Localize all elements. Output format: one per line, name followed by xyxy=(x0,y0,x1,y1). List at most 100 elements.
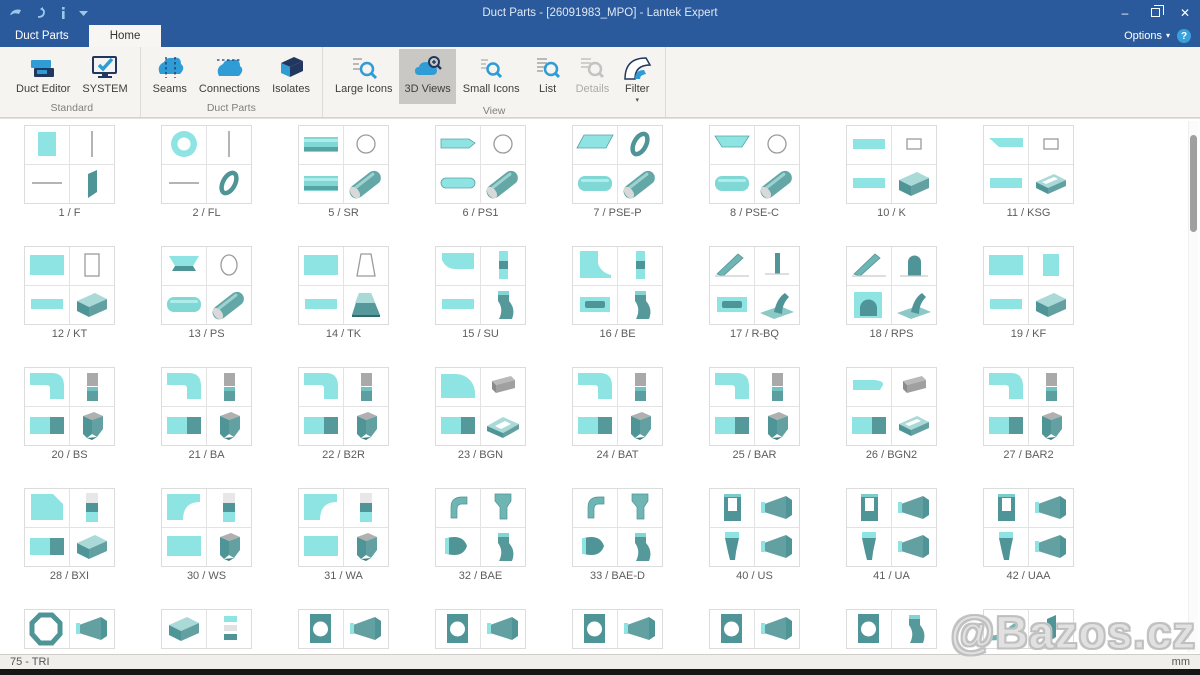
part-view-thumbnail xyxy=(892,165,936,203)
rect-view-icon xyxy=(25,286,69,324)
part-view-thumbnail xyxy=(299,489,343,527)
part-view-thumbnail xyxy=(344,247,388,285)
part-view-thumbnail xyxy=(207,610,251,648)
part-tile[interactable]: 16 / BE xyxy=(572,246,663,340)
part-tile[interactable]: 8 / PSE-C xyxy=(709,125,800,219)
part-tile[interactable]: 25 / BAR xyxy=(709,367,800,461)
vertical-scrollbar[interactable] xyxy=(1188,121,1198,652)
trans3d-view-icon xyxy=(892,528,936,566)
part-tile[interactable]: 6 / PS1 xyxy=(435,125,526,219)
part-tile[interactable]: 42 / UAA xyxy=(983,488,1074,582)
part-view-thumbnail xyxy=(299,407,343,445)
part-tile[interactable] xyxy=(572,609,663,649)
system-button[interactable]: SYSTEM xyxy=(77,49,132,101)
info-icon[interactable] xyxy=(58,7,68,19)
part-tile[interactable]: 22 / B2R xyxy=(298,367,389,461)
part-views-grid xyxy=(572,488,663,567)
part-tile[interactable]: 5 / SR xyxy=(298,125,389,219)
rectdark-view-icon xyxy=(436,407,480,445)
seams-button[interactable]: Seams xyxy=(148,49,192,101)
part-tile[interactable]: 18 / RPS xyxy=(846,246,937,340)
part-tile[interactable]: 41 / UA xyxy=(846,488,937,582)
part-tile[interactable]: 27 / BAR2 xyxy=(983,367,1074,461)
part-view-thumbnail xyxy=(755,407,799,445)
part-tile[interactable] xyxy=(435,609,526,649)
part-tile[interactable]: 11 / KSG xyxy=(983,125,1074,219)
part-tile[interactable]: 12 / KT xyxy=(24,246,115,340)
part-view-thumbnail xyxy=(984,489,1028,527)
part-tile[interactable]: 17 / R-BQ xyxy=(709,246,800,340)
part-tile[interactable]: 33 / BAE-D xyxy=(572,488,663,582)
part-tile[interactable]: 14 / TK xyxy=(298,246,389,340)
part-view-thumbnail xyxy=(207,528,251,566)
part-view-thumbnail xyxy=(70,489,114,527)
ribbon-button-label: Seams xyxy=(153,83,187,95)
part-view-thumbnail xyxy=(299,286,343,324)
restore-button[interactable] xyxy=(1140,0,1170,25)
part-view-thumbnail xyxy=(892,489,936,527)
tab-home[interactable]: Home xyxy=(89,25,162,47)
part-tile[interactable]: 2 / FL xyxy=(161,125,252,219)
elbow-view-icon xyxy=(984,368,1028,406)
part-view-thumbnail xyxy=(984,368,1028,406)
rect_o-view-icon xyxy=(1029,126,1073,164)
app-logo-icon[interactable] xyxy=(9,7,24,19)
tab-duct-parts[interactable]: Duct Parts xyxy=(0,25,84,47)
rect-view-icon xyxy=(299,286,343,324)
close-button[interactable]: ✕ xyxy=(1170,0,1200,25)
part-view-thumbnail xyxy=(344,610,388,648)
minimize-button[interactable]: – xyxy=(1110,0,1140,25)
part-tile[interactable]: 32 / BAE xyxy=(435,488,526,582)
connections-button[interactable]: Connections xyxy=(194,49,265,101)
ribbon-buttons-row: Seams ConnectionsIsolates xyxy=(148,49,315,101)
filter-button[interactable]: Filter▾ xyxy=(616,49,658,104)
part-tile[interactable]: 30 / WS xyxy=(161,488,252,582)
ribbon-group-label: Standard xyxy=(11,101,133,117)
qat-dropdown-icon[interactable] xyxy=(79,10,88,16)
options-menu[interactable]: Options ▾ xyxy=(1124,25,1177,47)
duct-editor-button[interactable]: Duct Editor xyxy=(11,49,75,101)
ribbon-button-label: List xyxy=(539,83,556,95)
part-tile[interactable]: 24 / BAT xyxy=(572,367,663,461)
small-icons-button[interactable]: Small Icons xyxy=(458,49,525,104)
part-views-grid xyxy=(161,609,252,649)
part-tile[interactable]: 21 / BA xyxy=(161,367,252,461)
part-tile[interactable] xyxy=(161,609,252,649)
help-button[interactable]: ? xyxy=(1177,29,1191,43)
part-tile[interactable]: 7 / PSE-P xyxy=(572,125,663,219)
scrollbar-thumb[interactable] xyxy=(1190,135,1197,232)
part-view-thumbnail xyxy=(344,165,388,203)
isolates-button[interactable]: Isolates xyxy=(267,49,315,101)
part-tile[interactable] xyxy=(709,609,800,649)
part-view-thumbnail xyxy=(481,286,525,324)
part-view-thumbnail xyxy=(573,286,617,324)
part-view-thumbnail xyxy=(573,489,617,527)
part-tile[interactable]: 15 / SU xyxy=(435,246,526,340)
3d-views-button[interactable]: 3D Views xyxy=(399,49,455,104)
part-tile[interactable] xyxy=(298,609,389,649)
rectin-view-icon xyxy=(710,286,754,324)
rect-view-icon xyxy=(436,286,480,324)
part-tile[interactable]: 28 / BXI xyxy=(24,488,115,582)
part-tile[interactable] xyxy=(983,609,1074,649)
part-views-grid xyxy=(161,246,252,325)
part-view-thumbnail xyxy=(25,286,69,324)
part-tile[interactable]: 23 / BGN xyxy=(435,367,526,461)
part-tile[interactable]: 26 / BGN2 xyxy=(846,367,937,461)
list-button[interactable]: List xyxy=(527,49,569,104)
part-tile[interactable]: 40 / US xyxy=(709,488,800,582)
part-tile[interactable] xyxy=(24,609,115,649)
part-tile[interactable] xyxy=(846,609,937,649)
undo-icon[interactable] xyxy=(35,7,47,19)
part-view-thumbnail xyxy=(618,286,662,324)
part-tile[interactable]: 19 / KF xyxy=(983,246,1074,340)
part-tile[interactable]: 20 / BS xyxy=(24,367,115,461)
part-tile[interactable]: 13 / PS xyxy=(161,246,252,340)
large-icons-button[interactable]: Large Icons xyxy=(330,49,397,104)
window-title: Duct Parts - [26091983_MPO] - Lantek Exp… xyxy=(0,7,1200,19)
part-view-thumbnail xyxy=(70,165,114,203)
part-tile[interactable]: 10 / K xyxy=(846,125,937,219)
part-tile[interactable]: 31 / WA xyxy=(298,488,389,582)
part-tile[interactable]: 1 / F xyxy=(24,125,115,219)
trans3d-view-icon xyxy=(1029,489,1073,527)
